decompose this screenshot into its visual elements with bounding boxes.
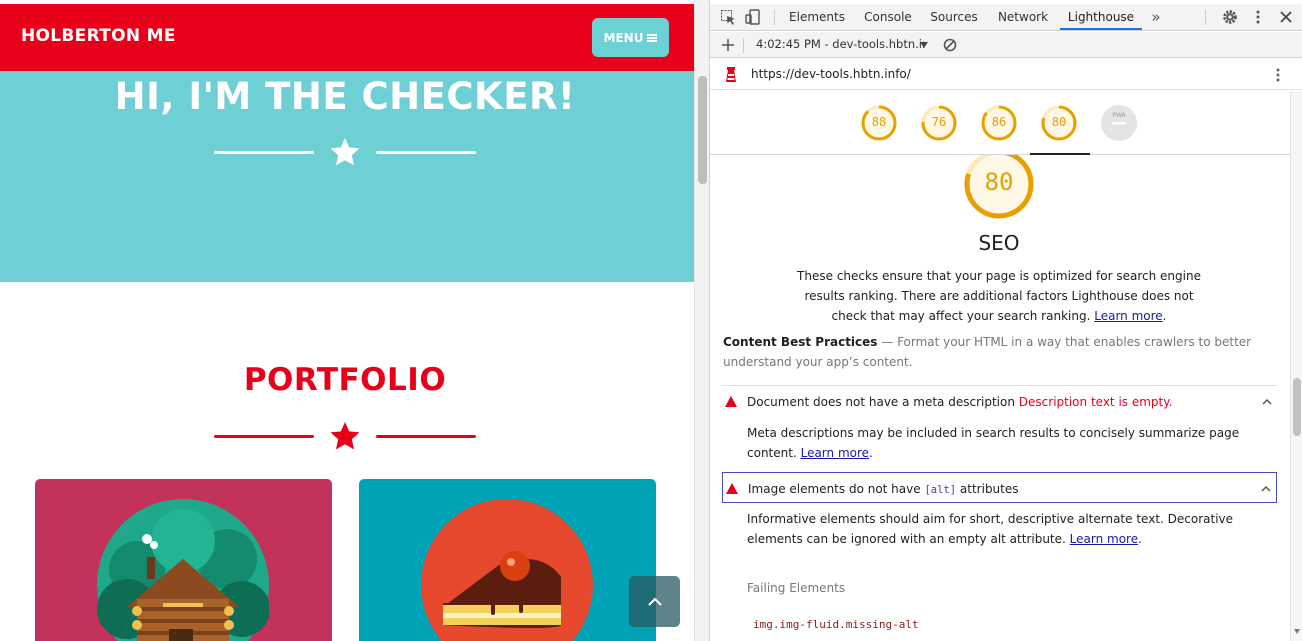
hamburger-icon [647,33,658,42]
navbar: HOLBERTON ME MENU [0,4,694,71]
audit-group-header: Content Best Practices — Format your HTM… [723,332,1263,372]
lighthouse-logo-icon [726,67,736,82]
audit-error-text: Description text is empty. [1018,395,1173,409]
audit-title-code: [alt] [924,484,957,496]
category-description: These checks ensure that your page is op… [792,266,1206,326]
clear-all-icon[interactable] [942,37,958,53]
punctuation: . [1138,532,1142,546]
fail-triangle-icon [725,396,737,407]
tabbar-separator [1205,10,1206,25]
category-score-gauge: 80 [963,155,1035,220]
brand-link[interactable]: HOLBERTON ME [21,26,176,46]
audit-title: Document does not have a meta descriptio… [747,395,1172,409]
pwa-badge-icon: PWA [1101,105,1137,141]
hero-divider [214,137,476,167]
score-gauge-best-practices[interactable]: 86 [980,104,1018,142]
audit-group-separator: — [877,335,898,349]
page-viewport: HOLBERTON ME MENU HI, I'M THE CHECKER! P… [0,0,694,641]
chevron-up-icon[interactable] [1260,483,1272,495]
score-gauges-strip: 88 76 86 80 PWA [710,91,1290,155]
score-value: 76 [931,115,947,129]
audit-image-alt: Image elements do not have [alt] attribu… [722,472,1277,549]
category-title: SEO [978,231,1020,255]
dropdown-arrow-icon[interactable] [920,42,928,48]
score-gauge-accessibility[interactable]: 76 [920,104,958,142]
punctuation: . [1162,309,1167,323]
audit-title-post: attributes [959,482,1019,496]
audit-title-text: Document does not have a meta descriptio… [747,395,1015,409]
audit-meta-description: Document does not have a meta descriptio… [722,385,1277,463]
tab-elements[interactable]: Elements [784,4,850,30]
score-value: 86 [991,115,1007,129]
gear-icon[interactable] [1222,9,1238,25]
audit-title: Image elements do not have [alt] attribu… [748,482,1019,496]
inspect-element-icon[interactable] [720,9,736,25]
hero-section: HI, I'M THE CHECKER! [0,71,694,282]
report-body: 80 SEO These checks ensure that your pag… [710,155,1290,641]
report-menu-icon[interactable] [1270,67,1286,83]
failing-element-selector[interactable]: img.img-fluid.missing-alt [753,618,919,631]
log-cabin-illustration [97,499,269,641]
star-icon [330,422,360,450]
report-url-bar: https://dev-tools.hbtn.info/ [710,59,1302,90]
audit-title-pre: Image elements do not have [748,482,921,496]
learn-more-link[interactable]: Learn more [1094,309,1162,323]
kebab-menu-icon[interactable] [1250,9,1266,25]
portfolio-card-cabin[interactable] [35,479,332,641]
category-score-value: 80 [984,168,1014,196]
tabbar-separator [774,10,775,25]
menu-button-label: MENU [603,30,644,45]
device-toolbar-icon[interactable] [745,9,761,25]
cake-slice-illustration [421,499,593,641]
devtools-panel: Elements Console Sources Network Lightho… [709,0,1302,641]
report-scrollbar[interactable] [1290,91,1302,641]
divider-line-right [376,151,476,154]
scroll-to-top-button[interactable] [629,576,680,627]
report-url: https://dev-tools.hbtn.info/ [751,67,911,81]
devtools-tabbar: Elements Console Sources Network Lightho… [710,4,1302,31]
failing-elements-label: Failing Elements [747,581,846,595]
tab-lighthouse[interactable]: Lighthouse [1060,4,1142,30]
score-gauge-performance[interactable]: 88 [860,104,898,142]
audit-header[interactable]: Image elements do not have [alt] attribu… [722,472,1277,503]
punctuation: . [869,446,873,460]
score-value: 88 [871,115,887,129]
toolbar-separator [743,38,744,53]
audit-header[interactable]: Document does not have a meta descriptio… [722,385,1277,417]
chevron-up-icon[interactable] [1261,396,1273,408]
more-tabs-icon[interactable]: » [1146,4,1166,30]
hero-title: HI, I'M THE CHECKER! [114,75,576,118]
pwa-badge-text: PWA [1112,112,1126,119]
report-scrollbar-thumb[interactable] [1293,378,1301,436]
fail-triangle-icon [726,483,738,494]
audit-description: Meta descriptions may be included in sea… [722,417,1277,463]
score-gauge-seo[interactable]: 80 [1040,104,1078,142]
new-report-icon[interactable] [720,37,736,53]
tab-sources[interactable]: Sources [926,4,982,30]
menu-button[interactable]: MENU [592,18,669,57]
divider-line-left [214,435,314,438]
portfolio-card-cake[interactable] [359,479,656,641]
portfolio-heading: PORTFOLIO [243,362,447,398]
lighthouse-toolbar: 4:02:45 PM - dev-tools.hbtn.info [710,32,1302,58]
tab-console[interactable]: Console [859,4,917,30]
audit-description: Informative elements should aim for shor… [722,503,1277,549]
close-icon[interactable] [1278,9,1294,25]
scroll-down-arrow-icon[interactable] [1294,629,1300,634]
learn-more-link[interactable]: Learn more [801,446,869,460]
audit-description-text: Informative elements should aim for shor… [747,512,1234,546]
audit-group-title: Content Best Practices [723,335,878,349]
divider-line-right [376,435,476,438]
report-select[interactable]: 4:02:45 PM - dev-tools.hbtn.info [756,37,924,51]
tab-network[interactable]: Network [991,4,1055,30]
learn-more-link[interactable]: Learn more [1070,532,1138,546]
page-scrollbar-thumb[interactable] [698,76,707,184]
page-scrollbar[interactable] [694,0,709,641]
divider-line-left [214,151,314,154]
score-value: 80 [1051,115,1067,129]
star-icon [330,138,360,166]
chevron-up-icon [647,597,662,606]
portfolio-divider [214,421,476,451]
score-gauge-pwa[interactable]: PWA [1100,104,1138,142]
